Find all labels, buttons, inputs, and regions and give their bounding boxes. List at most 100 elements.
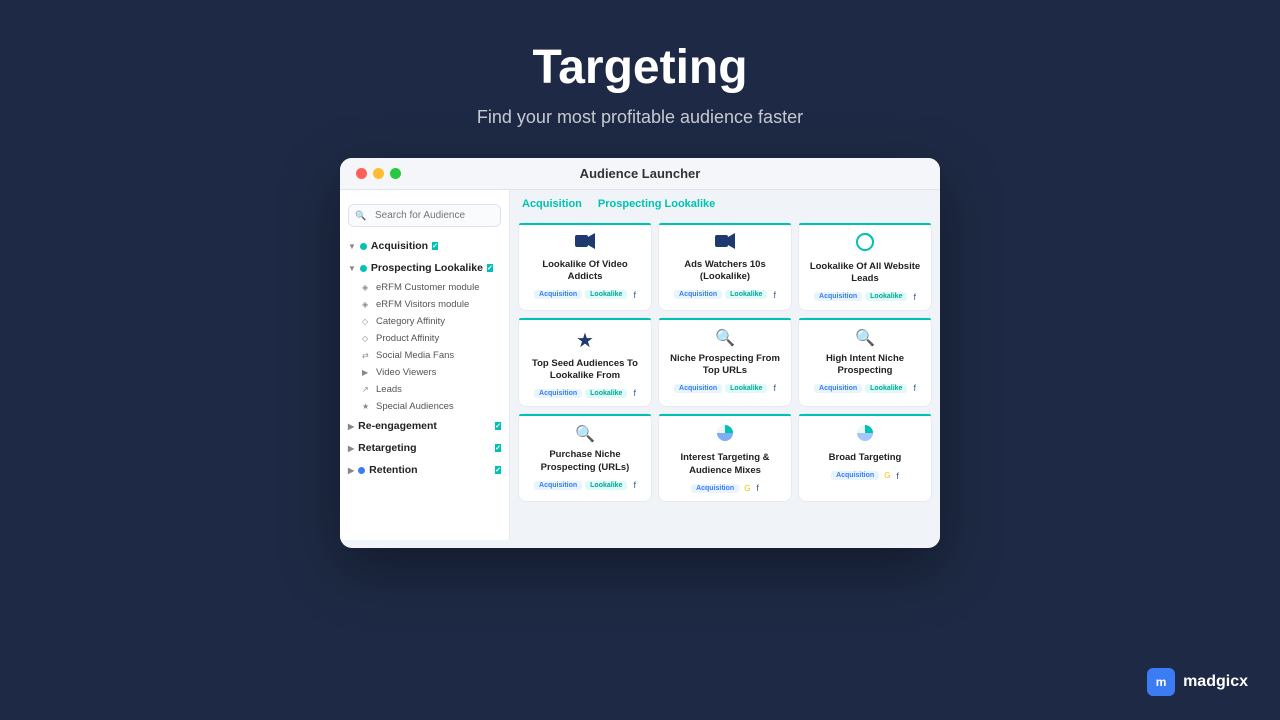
window-body: 🔍 ▼ Acquisition ✓ ▼ Prospecting Lookalik… [340,190,940,540]
chevron-down-icon: ▼ [348,264,356,273]
tabs-row: Acquisition Prospecting Lookalike [518,198,932,212]
search-card-icon: 🔍 [715,328,735,348]
sidebar-item-video-viewers[interactable]: ▶ Video Viewers [340,364,509,381]
app-window: Audience Launcher 🔍 ▼ Acquisition ✓ ▼ Pr… [340,158,940,548]
close-button[interactable] [356,168,367,179]
retention-checkbox[interactable]: ✓ [495,466,501,474]
madgicx-icon: m [1147,668,1175,696]
google-icon: G [744,484,750,493]
tag-lookalike-7: Lookalike [585,481,627,490]
facebook-icon-5: f [773,383,776,393]
sidebar-item-erfm-customer[interactable]: ◈ eRFM Customer module [340,279,509,296]
sidebar-item-reengagement[interactable]: ▶ Re-engagement ✓ [340,415,509,437]
tab-prospecting-lookalike[interactable]: Prospecting Lookalike [598,198,715,212]
tag-lookalike-5: Lookalike [725,384,767,393]
card-top-bar-9 [799,414,931,416]
card-purchase-niche[interactable]: 🔍 Purchase Niche Prospecting (URLs) Acqu… [518,413,652,502]
video-card-icon-2 [715,233,735,254]
search-card-icon-2: 🔍 [855,328,875,348]
main-content: Acquisition Prospecting Lookalike Lookal… [510,190,940,540]
sidebar-category-label: Acquisition [371,240,428,252]
maximize-button[interactable] [390,168,401,179]
window-controls [356,168,401,179]
product-affinity-label: Product Affinity [376,333,439,344]
facebook-icon-4: f [633,388,636,398]
retargeting-checkbox[interactable]: ✓ [495,444,501,452]
leads-icon: ↗ [362,385,372,394]
tag-acquisition-6: Acquisition [814,384,862,393]
facebook-icon-2: f [773,290,776,300]
tag-lookalike-6: Lookalike [865,384,907,393]
tag-acquisition: Acquisition [534,290,582,299]
tag-lookalike: Lookalike [585,290,627,299]
acquisition-checkbox[interactable]: ✓ [432,242,438,250]
tag-acquisition-3: Acquisition [814,292,862,301]
card-tags-2: Acquisition Lookalike f [674,290,776,300]
card-interest-targeting[interactable]: Interest Targeting & Audience Mixes Acqu… [658,413,792,502]
sidebar-item-leads[interactable]: ↗ Leads [340,381,509,398]
category-affinity-label: Category Affinity [376,316,445,327]
madgicx-label: madgicx [1183,673,1248,691]
sidebar-item-retargeting[interactable]: ▶ Retargeting ✓ [340,437,509,459]
reengagement-checkbox[interactable]: ✓ [495,422,501,430]
card-top-bar-3 [799,223,931,225]
sidebar-item-product-affinity[interactable]: ◇ Product Affinity [340,330,509,347]
google-icon-2: G [884,471,890,480]
module-icon: ◈ [362,283,372,292]
minimize-button[interactable] [373,168,384,179]
card-title-5: Niche Prospecting From Top URLs [667,353,783,378]
tag-acquisition-8: Acquisition [691,484,739,493]
card-broad-targeting[interactable]: Broad Targeting Acquisition G f [798,413,932,502]
retention-label: Retention [369,464,417,476]
window-titlebar: Audience Launcher [340,158,940,190]
card-title-9: Broad Targeting [829,452,902,464]
card-lookalike-video[interactable]: Lookalike Of Video Addicts Acquisition L… [518,222,652,311]
card-niche-prospecting[interactable]: 🔍 Niche Prospecting From Top URLs Acquis… [658,317,792,408]
card-tags-6: Acquisition Lookalike f [814,383,916,393]
card-top-bar [519,223,651,225]
card-top-seed[interactable]: ★ Top Seed Audiences To Lookalike From A… [518,317,652,408]
card-top-bar-7 [519,414,651,416]
card-top-bar-6 [799,318,931,320]
tag-lookalike-4: Lookalike [585,389,627,398]
leads-card-icon [856,233,874,256]
page-subtitle: Find your most profitable audience faste… [477,107,803,128]
page-header: Targeting Find your most profitable audi… [477,40,803,128]
facebook-icon: f [633,290,636,300]
pie-card-icon [716,424,734,447]
video-card-icon [575,233,595,254]
sidebar-item-prospecting[interactable]: ▼ Prospecting Lookalike ✓ [340,257,509,279]
sidebar-item-social-media[interactable]: ⇄ Social Media Fans [340,347,509,364]
special-icon: ★ [362,402,372,411]
sidebar-item-retention[interactable]: ▶ Retention ✓ [340,459,509,481]
card-top-bar-2 [659,223,791,225]
tab-acquisition[interactable]: Acquisition [522,198,582,212]
category-dot [360,243,367,250]
madgicx-logo: m madgicx [1147,668,1248,696]
card-high-intent[interactable]: 🔍 High Intent Niche Prospecting Acquisit… [798,317,932,408]
card-website-leads[interactable]: Lookalike Of All Website Leads Acquisiti… [798,222,932,311]
erfm-customer-label: eRFM Customer module [376,282,479,293]
search-card-icon-3: 🔍 [575,424,595,444]
module-icon-2: ◈ [362,300,372,309]
search-input[interactable] [348,204,501,227]
search-box[interactable]: 🔍 [348,204,501,227]
special-audiences-label: Special Audiences [376,401,454,412]
sidebar-item-erfm-visitors[interactable]: ◈ eRFM Visitors module [340,296,509,313]
social-icon: ⇄ [362,351,372,360]
prospecting-checkbox[interactable]: ✓ [487,264,493,272]
card-title-2: Ads Watchers 10s (Lookalike) [667,259,783,284]
tag-acquisition-7: Acquisition [534,481,582,490]
card-title-4: Top Seed Audiences To Lookalike From [527,358,643,383]
leads-label: Leads [376,384,402,395]
retargeting-label: Retargeting [358,442,416,454]
sidebar-item-category-affinity[interactable]: ◇ Category Affinity [340,313,509,330]
card-title-7: Purchase Niche Prospecting (URLs) [527,449,643,474]
card-title-3: Lookalike Of All Website Leads [807,261,923,286]
card-tags-7: Acquisition Lookalike f [534,480,636,490]
tag-acquisition-4: Acquisition [534,389,582,398]
page-title: Targeting [477,40,803,95]
sidebar-item-special-audiences[interactable]: ★ Special Audiences [340,398,509,415]
card-ads-watchers[interactable]: Ads Watchers 10s (Lookalike) Acquisition… [658,222,792,311]
sidebar-item-acquisition[interactable]: ▼ Acquisition ✓ [340,235,509,257]
